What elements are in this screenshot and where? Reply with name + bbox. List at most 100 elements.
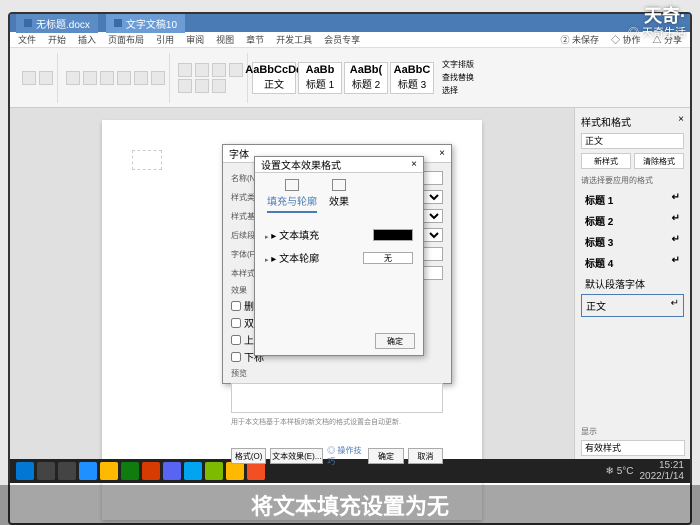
bold-btn[interactable]	[66, 71, 80, 85]
style-item-normal[interactable]: 正文↵	[581, 294, 684, 317]
dialog2-titlebar: 设置文本效果格式×	[255, 157, 423, 173]
style-item-h3[interactable]: 标题 3↵	[581, 231, 684, 252]
app-icon-2[interactable]	[142, 462, 160, 480]
app-icon-4[interactable]	[184, 462, 202, 480]
style-item-h1[interactable]: 标题 1↵	[581, 189, 684, 210]
align-left-btn[interactable]	[178, 63, 192, 77]
style-item-h2[interactable]: 标题 2↵	[581, 210, 684, 231]
pane-title: 样式和格式×	[581, 114, 684, 129]
styles-list-label: 请选择要应用的格式	[581, 175, 684, 186]
dialog-note: 用于本文档基于本样板的新文档的格式设置会自动更新.	[231, 417, 443, 427]
menu-layout[interactable]: 页面布局	[108, 33, 144, 46]
tips-link[interactable]: ◎ 操作技巧	[327, 445, 364, 467]
outdent-btn[interactable]	[195, 79, 209, 93]
highlight-btn[interactable]	[151, 71, 165, 85]
close-dialog2-icon[interactable]: ×	[411, 159, 417, 170]
clear-format-btn[interactable]: 清除格式	[634, 153, 684, 169]
app-icon-5[interactable]	[205, 462, 223, 480]
editing-group: 文字排版 查找替换 选择	[438, 53, 478, 103]
document-tab-2[interactable]: 文字文稿10	[106, 14, 185, 33]
find-replace-btn[interactable]: 查找替换	[442, 72, 474, 83]
explorer-icon[interactable]	[100, 462, 118, 480]
menu-insert[interactable]: 插入	[78, 33, 96, 46]
dstrike-check[interactable]	[231, 318, 241, 328]
sub-check[interactable]	[231, 352, 241, 362]
save-status: ② 未保存	[560, 33, 599, 46]
fill-outline-tab[interactable]: 填充与轮廓	[267, 179, 317, 213]
page-margin-indicator	[132, 150, 162, 170]
app-icon-3[interactable]	[163, 462, 181, 480]
show-select[interactable]: 有效样式	[581, 440, 685, 456]
clock-date: 2022/1/14	[640, 471, 685, 482]
start-button[interactable]	[16, 462, 34, 480]
clock-time[interactable]: 15:21	[640, 460, 685, 471]
style-h1[interactable]: AaBb标题 1	[298, 62, 342, 94]
outline-value-select[interactable]: 无	[363, 252, 413, 264]
styles-pane: 样式和格式× 正文 新样式 清除格式 请选择要应用的格式 标题 1↵ 标题 2↵…	[574, 108, 690, 483]
style-h2[interactable]: AaBb(标题 2	[344, 62, 388, 94]
paste-btn[interactable]	[22, 71, 36, 85]
menu-view[interactable]: 视图	[216, 33, 234, 46]
styles-gallery: AaBbCcDd正文 AaBb标题 1 AaBb(标题 2 AaBbC标题 3	[252, 62, 434, 94]
paragraph-group	[174, 53, 248, 103]
style-item-default[interactable]: 默认段落字体	[581, 273, 684, 294]
ribbon-toolbar: AaBbCcDd正文 AaBb标题 1 AaBb(标题 2 AaBbC标题 3 …	[10, 48, 690, 108]
dialog2-ok-button[interactable]: 确定	[375, 333, 415, 349]
new-style-btn[interactable]: 新样式	[581, 153, 631, 169]
style-normal[interactable]: AaBbCcDd正文	[252, 62, 296, 94]
show-label: 显示	[581, 426, 685, 437]
document-tab-1[interactable]: 无标题.docx	[16, 14, 98, 33]
italic-btn[interactable]	[83, 71, 97, 85]
search-icon[interactable]	[37, 462, 55, 480]
text-layout-btn[interactable]: 文字排版	[442, 59, 474, 70]
text-outline-row[interactable]: ▸ ▸ 文本轮廓 无	[265, 246, 413, 269]
weather-widget[interactable]: ❄ 5°C	[606, 466, 634, 477]
cut-btn[interactable]	[39, 71, 53, 85]
font-group	[62, 53, 170, 103]
style-item-h4[interactable]: 标题 4↵	[581, 252, 684, 273]
menu-vip[interactable]: 会员专享	[324, 33, 360, 46]
fill-color-swatch[interactable]	[373, 229, 413, 241]
current-style-display[interactable]: 正文	[581, 133, 684, 149]
super-check[interactable]	[231, 335, 241, 345]
menu-review[interactable]: 审阅	[186, 33, 204, 46]
text-fill-row[interactable]: ▸ ▸ 文本填充	[265, 223, 413, 246]
select-btn[interactable]: 选择	[442, 85, 474, 96]
menu-file[interactable]: 文件	[18, 33, 36, 46]
indent-btn[interactable]	[178, 79, 192, 93]
format-button[interactable]: 格式(O)	[231, 448, 266, 464]
menu-dev[interactable]: 开发工具	[276, 33, 312, 46]
close-dialog-icon[interactable]: ×	[439, 148, 445, 159]
bullets-btn[interactable]	[229, 63, 243, 77]
menu-sections[interactable]: 章节	[246, 33, 264, 46]
menu-references[interactable]: 引用	[156, 33, 174, 46]
text-effects-button[interactable]: 文本效果(E)...	[270, 448, 323, 464]
effects-tab-icon	[332, 179, 346, 191]
line-spacing-btn[interactable]	[212, 79, 226, 93]
menu-bar: 文件 开始 插入 页面布局 引用 审阅 视图 章节 开发工具 会员专享 ② 未保…	[10, 32, 690, 48]
strike-check[interactable]	[231, 301, 241, 311]
font-color-btn[interactable]	[134, 71, 148, 85]
align-center-btn[interactable]	[195, 63, 209, 77]
fill-tab-icon	[285, 179, 299, 191]
cancel-button[interactable]: 取消	[408, 448, 443, 464]
doc-icon	[114, 19, 122, 27]
strike-btn[interactable]	[117, 71, 131, 85]
taskview-icon[interactable]	[58, 462, 76, 480]
video-subtitle: 将文本填充设置为无	[0, 485, 700, 525]
edge-icon[interactable]	[79, 462, 97, 480]
preview-label: 预览	[231, 368, 443, 379]
effects-tab[interactable]: 效果	[329, 179, 349, 213]
preview-box	[231, 383, 443, 413]
monitor-frame: 无标题.docx 文字文稿10 文件 开始 插入 页面布局 引用 审阅 视图 章…	[8, 12, 692, 525]
ok-button[interactable]: 确定	[368, 448, 403, 464]
app-icon[interactable]	[121, 462, 139, 480]
style-h3[interactable]: AaBbC标题 3	[390, 62, 434, 94]
align-right-btn[interactable]	[212, 63, 226, 77]
text-effects-dialog: 设置文本效果格式× 填充与轮廓 效果 ▸ ▸ 文本填充 ▸ ▸ 文本轮廓 无 确…	[254, 156, 424, 356]
underline-btn[interactable]	[100, 71, 114, 85]
doc-icon	[24, 19, 32, 27]
menu-home[interactable]: 开始	[48, 33, 66, 46]
close-pane-icon[interactable]: ×	[678, 114, 684, 129]
watermark-sub: ◎ 天奇生活	[628, 24, 686, 40]
